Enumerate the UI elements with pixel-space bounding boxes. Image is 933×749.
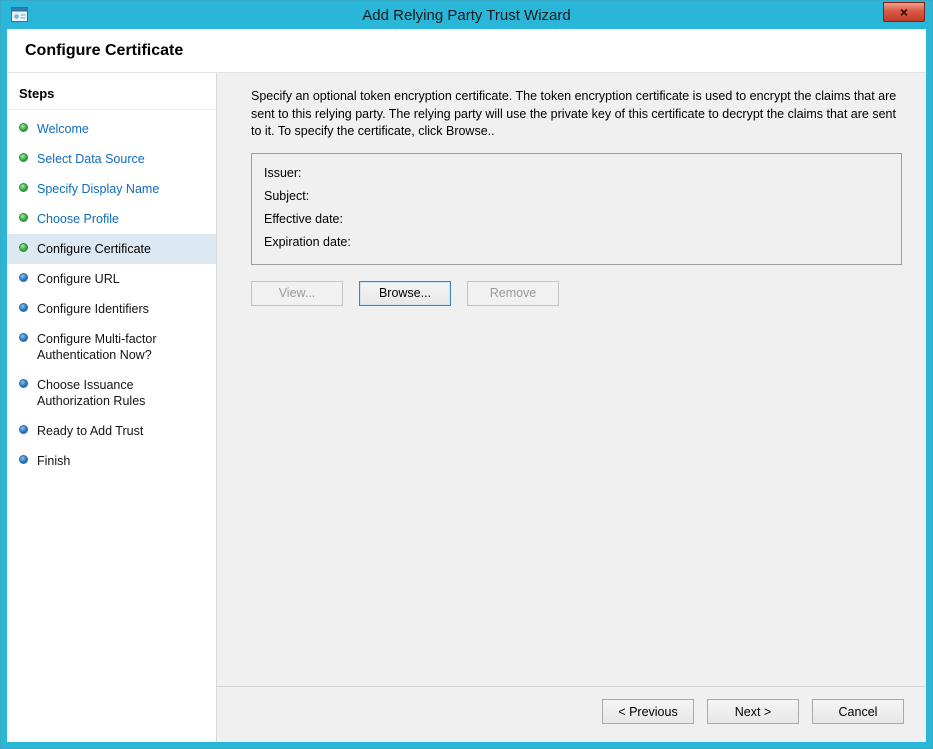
sidebar-step-configure-mfa: Configure Multi-factor Authentication No… xyxy=(7,324,216,370)
step-label: Finish xyxy=(37,453,70,469)
step-complete-icon xyxy=(19,123,28,132)
step-pending-icon xyxy=(19,303,28,312)
step-complete-icon xyxy=(19,153,28,162)
step-label: Ready to Add Trust xyxy=(37,423,143,439)
subject-label: Subject: xyxy=(264,185,889,208)
previous-button[interactable]: < Previous xyxy=(602,699,694,724)
sidebar-step-specify-display-name[interactable]: Specify Display Name xyxy=(7,174,216,204)
step-label: Select Data Source xyxy=(37,151,145,167)
step-label: Configure Multi-factor Authentication No… xyxy=(37,331,208,363)
close-button[interactable]: × xyxy=(883,2,925,22)
step-label: Configure Identifiers xyxy=(37,301,149,317)
footer-bar: < Previous Next > Cancel xyxy=(217,686,926,742)
close-icon: × xyxy=(900,4,908,20)
sidebar-step-configure-url: Configure URL xyxy=(7,264,216,294)
step-current-icon xyxy=(19,243,28,252)
view-button: View... xyxy=(251,281,343,306)
sidebar-step-select-data-source[interactable]: Select Data Source xyxy=(7,144,216,174)
page-title: Configure Certificate xyxy=(25,42,183,60)
sidebar-step-choose-profile[interactable]: Choose Profile xyxy=(7,204,216,234)
instruction-text: Specify an optional token encryption cer… xyxy=(251,88,902,141)
sidebar-step-configure-certificate[interactable]: Configure Certificate xyxy=(7,234,216,264)
window-title: Add Relying Party Trust Wizard xyxy=(61,1,872,29)
step-label: Specify Display Name xyxy=(37,181,159,197)
next-button[interactable]: Next > xyxy=(707,699,799,724)
titlebar: Add Relying Party Trust Wizard × xyxy=(1,1,932,29)
step-pending-icon xyxy=(19,379,28,388)
browse-button[interactable]: Browse... xyxy=(359,281,451,306)
step-complete-icon xyxy=(19,183,28,192)
sidebar-step-choose-issuance-rules: Choose Issuance Authorization Rules xyxy=(7,370,216,416)
step-complete-icon xyxy=(19,213,28,222)
page-header: Configure Certificate xyxy=(7,29,926,73)
expiration-date-label: Expiration date: xyxy=(264,231,889,254)
wizard-app-icon xyxy=(11,7,28,22)
certificate-group: Issuer: Subject: Effective date: Expirat… xyxy=(251,153,902,265)
step-label: Welcome xyxy=(37,121,89,137)
main-pane: Specify an optional token encryption cer… xyxy=(217,73,926,742)
sidebar-step-welcome[interactable]: Welcome xyxy=(7,114,216,144)
wizard-window: Add Relying Party Trust Wizard × Configu… xyxy=(0,0,933,749)
client-area: Configure Certificate Steps Welcome Sele… xyxy=(7,29,926,742)
remove-button: Remove xyxy=(467,281,559,306)
sidebar-step-configure-identifiers: Configure Identifiers xyxy=(7,294,216,324)
steps-heading: Steps xyxy=(7,77,216,110)
step-pending-icon xyxy=(19,333,28,342)
step-label: Choose Profile xyxy=(37,211,119,227)
steps-sidebar: Steps Welcome Select Data Source Specify… xyxy=(7,73,217,742)
sidebar-step-finish: Finish xyxy=(7,446,216,476)
cancel-button[interactable]: Cancel xyxy=(812,699,904,724)
step-label: Configure URL xyxy=(37,271,120,287)
step-label: Choose Issuance Authorization Rules xyxy=(37,377,208,409)
step-label: Configure Certificate xyxy=(37,241,151,257)
issuer-label: Issuer: xyxy=(264,162,889,185)
step-pending-icon xyxy=(19,455,28,464)
sidebar-step-ready-to-add-trust: Ready to Add Trust xyxy=(7,416,216,446)
effective-date-label: Effective date: xyxy=(264,208,889,231)
step-pending-icon xyxy=(19,273,28,282)
step-pending-icon xyxy=(19,425,28,434)
